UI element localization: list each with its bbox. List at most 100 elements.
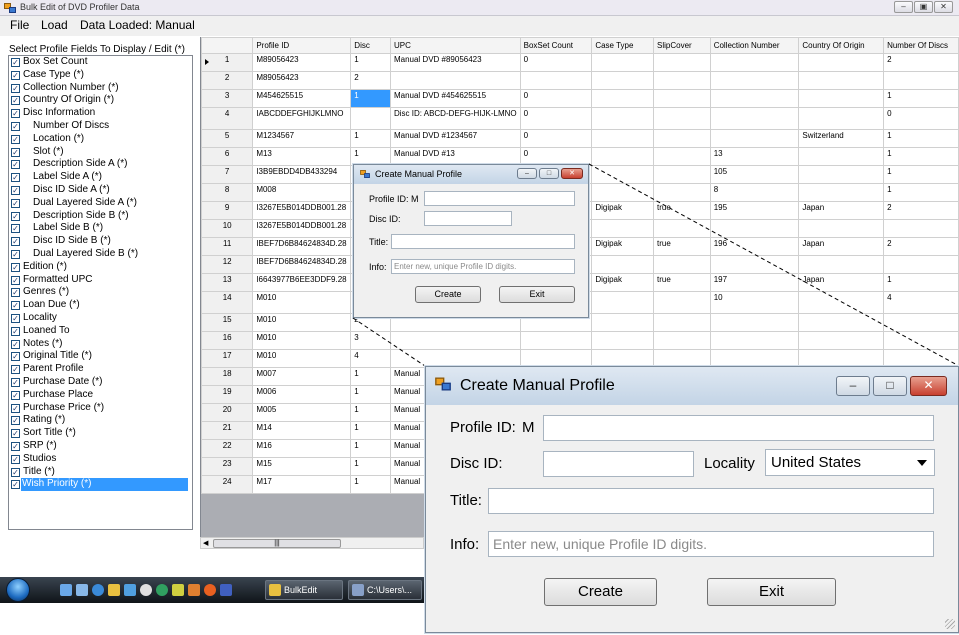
table-cell[interactable]: 0: [883, 107, 959, 130]
table-cell[interactable]: 2: [350, 71, 391, 90]
table-cell[interactable]: 1: [350, 475, 391, 494]
checkbox[interactable]: ✓: [11, 275, 20, 285]
firefox-icon[interactable]: [204, 584, 216, 596]
table-cell[interactable]: [653, 291, 711, 314]
table-cell[interactable]: [389, 331, 521, 350]
row-header[interactable]: 11: [201, 237, 254, 256]
table-cell[interactable]: M13: [252, 147, 352, 166]
table-cell[interactable]: [653, 129, 711, 148]
table-cell[interactable]: 10: [709, 291, 800, 314]
checkbox[interactable]: ✓: [11, 147, 20, 157]
table-cell[interactable]: [883, 331, 959, 350]
checkbox[interactable]: ✓: [11, 467, 20, 477]
scroll-thumb[interactable]: |||: [213, 539, 341, 548]
field-item[interactable]: ✓ Sort Title (*): [9, 427, 192, 440]
checkbox[interactable]: ✓: [11, 211, 20, 221]
table-cell[interactable]: [591, 291, 654, 314]
table-cell[interactable]: [389, 71, 521, 90]
table-cell[interactable]: Japan: [798, 237, 885, 256]
table-cell[interactable]: [709, 107, 800, 130]
table-cell[interactable]: [519, 331, 593, 350]
table-cell[interactable]: I3267E5B014DDB001.28: [252, 219, 352, 238]
table-cell[interactable]: [798, 255, 885, 274]
minimize-button[interactable]: –: [894, 1, 913, 13]
field-item[interactable]: ✓ Dual Layered Side B (*): [9, 248, 192, 261]
table-cell[interactable]: IBEF7D6B84624834D.28: [252, 255, 352, 274]
profile-id-input[interactable]: [424, 191, 575, 206]
table-cell[interactable]: [709, 53, 800, 72]
table-cell[interactable]: [591, 183, 654, 202]
title-input-zoomed[interactable]: [488, 488, 934, 514]
table-cell[interactable]: [389, 349, 521, 368]
field-item[interactable]: ✓ Purchase Price (*): [9, 402, 192, 415]
checkbox[interactable]: ✓: [11, 173, 20, 183]
checkbox[interactable]: ✓: [11, 454, 20, 464]
table-cell[interactable]: [798, 165, 885, 184]
table-cell[interactable]: Japan: [798, 201, 885, 220]
table-cell[interactable]: [798, 89, 885, 108]
table-cell[interactable]: 1: [350, 385, 391, 404]
table-cell[interactable]: 13: [709, 147, 800, 166]
table-cell[interactable]: Japan: [798, 273, 885, 292]
field-item[interactable]: ✓ Genres (*): [9, 286, 192, 299]
field-item[interactable]: ✓ Disc ID Side A (*): [9, 184, 192, 197]
tool-icon[interactable]: [172, 584, 184, 596]
table-cell[interactable]: [591, 255, 654, 274]
table-cell[interactable]: IBEF7D6B84624834D.28: [252, 237, 352, 256]
row-header[interactable]: 3: [201, 89, 254, 108]
row-header[interactable]: 20: [201, 403, 254, 422]
row-header[interactable]: 21: [201, 421, 254, 440]
table-cell[interactable]: [591, 107, 654, 130]
checkbox[interactable]: ✓: [11, 58, 20, 67]
menu-load[interactable]: Load: [41, 18, 68, 32]
checkbox[interactable]: ✓: [11, 313, 20, 323]
disc-id-input-zoomed[interactable]: [543, 451, 694, 477]
column-header[interactable]: Case Type: [591, 37, 654, 54]
table-cell[interactable]: [798, 183, 885, 202]
row-header[interactable]: 18: [201, 367, 254, 386]
table-cell[interactable]: 1: [883, 129, 959, 148]
table-cell[interactable]: 1: [350, 53, 391, 72]
table-cell[interactable]: Switzerland: [798, 129, 885, 148]
table-cell[interactable]: [883, 255, 959, 274]
column-header[interactable]: SlipCover: [653, 37, 711, 54]
table-cell[interactable]: [798, 71, 885, 90]
table-cell[interactable]: 0: [519, 89, 593, 108]
table-cell[interactable]: [591, 71, 654, 90]
close-button[interactable]: ✕: [934, 1, 953, 13]
app-blue-icon[interactable]: [220, 584, 232, 596]
row-header[interactable]: 16: [201, 331, 254, 350]
dialog-close-button-zoomed[interactable]: ✕: [910, 376, 947, 396]
table-cell[interactable]: [798, 147, 885, 166]
checkbox[interactable]: ✓: [11, 377, 20, 387]
table-cell[interactable]: I3267E5B014DDB001.28: [252, 201, 352, 220]
disc-icon[interactable]: [140, 584, 152, 596]
table-cell[interactable]: true: [653, 273, 711, 292]
switch-windows-icon[interactable]: [76, 584, 88, 596]
table-cell[interactable]: M14: [252, 421, 352, 440]
field-item[interactable]: ✓ Slot (*): [9, 146, 192, 159]
table-cell[interactable]: 3: [350, 331, 391, 350]
table-cell[interactable]: [709, 255, 800, 274]
field-item[interactable]: ✓ Wish Priority (*): [9, 478, 192, 492]
table-cell[interactable]: 2: [883, 237, 959, 256]
table-cell[interactable]: 1: [883, 165, 959, 184]
table-cell[interactable]: M010: [252, 313, 352, 332]
table-cell[interactable]: M15: [252, 457, 352, 476]
checkbox[interactable]: ✓: [11, 96, 20, 106]
menu-data-loaded[interactable]: Data Loaded: Manual: [80, 18, 195, 32]
table-cell[interactable]: [709, 331, 800, 350]
table-cell[interactable]: 2: [883, 201, 959, 220]
row-header[interactable]: 17: [201, 349, 254, 368]
table-cell[interactable]: M010: [252, 331, 352, 350]
checkbox[interactable]: ✓: [11, 121, 20, 131]
table-cell[interactable]: [653, 349, 711, 368]
table-cell[interactable]: [591, 89, 654, 108]
table-cell[interactable]: [591, 331, 654, 350]
checkbox[interactable]: ✓: [11, 339, 20, 349]
table-cell[interactable]: [798, 313, 885, 332]
field-item[interactable]: ✓ Loaned To: [9, 325, 192, 338]
table-cell[interactable]: 0: [519, 129, 593, 148]
checkbox[interactable]: ✓: [11, 134, 20, 144]
table-cell[interactable]: 195: [709, 201, 800, 220]
